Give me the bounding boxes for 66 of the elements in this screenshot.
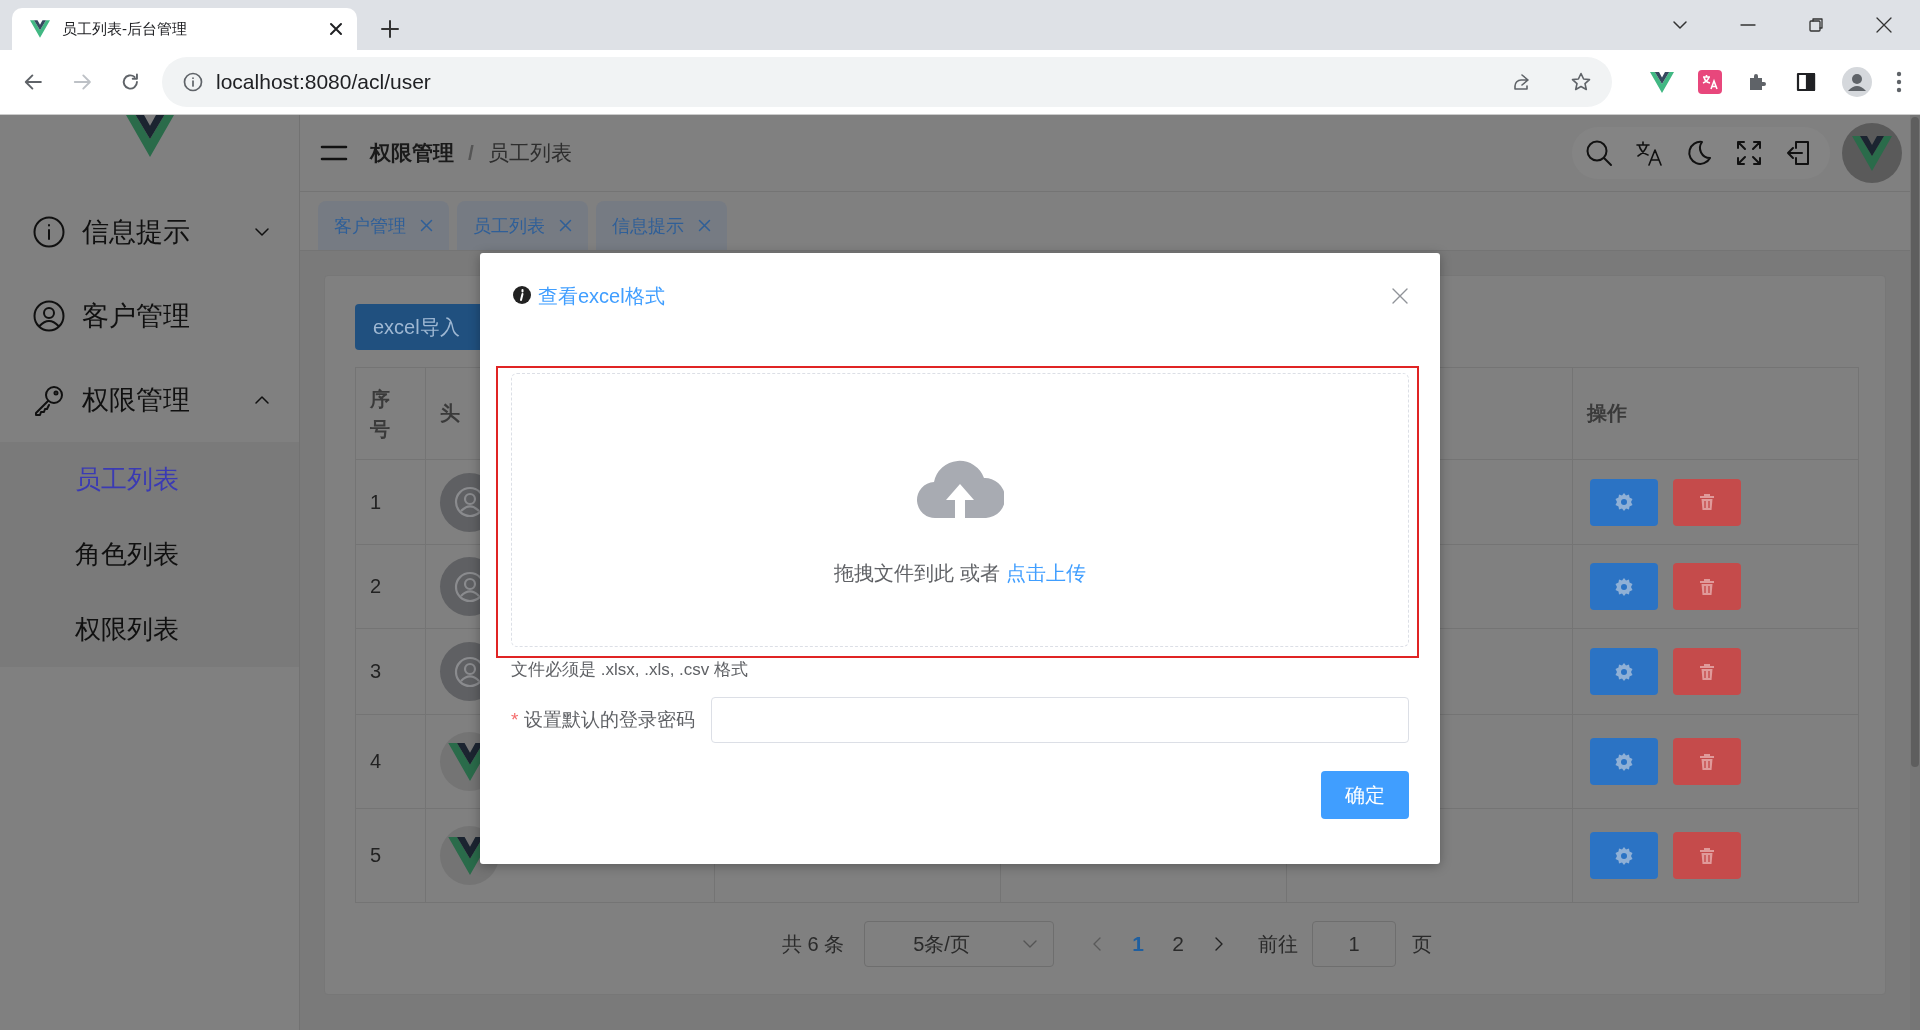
v-logo-icon: [30, 20, 50, 38]
gear-icon: [1614, 661, 1634, 682]
total-count: 共 6 条: [781, 931, 845, 957]
upload-tip: 文件必须是 .xlsx, .xls, .csv 格式: [510, 659, 750, 681]
info-icon: [512, 285, 532, 305]
upload-dropzone[interactable]: 拖拽文件到此 或者 点击上传: [511, 373, 1409, 647]
column-header: 操作: [1573, 368, 1859, 460]
confirm-button[interactable]: 确定: [1321, 771, 1409, 819]
menu-item[interactable]: 信息提示: [0, 190, 299, 274]
logo-icon: [125, 115, 174, 157]
new-tab-icon[interactable]: [379, 18, 401, 40]
gear-icon: [1614, 751, 1634, 772]
column-header: 序号: [356, 368, 426, 460]
gear-icon: [1614, 492, 1634, 512]
gear-icon: [1614, 576, 1634, 597]
scrollbar-thumb[interactable]: [1911, 117, 1919, 767]
submenu-item[interactable]: 角色列表: [0, 517, 299, 592]
star-icon[interactable]: [1570, 71, 1592, 93]
v-logo-icon[interactable]: [1650, 71, 1674, 93]
trash-icon: [1699, 493, 1715, 511]
gear-icon: [1614, 845, 1634, 866]
page-size-select[interactable]: 5条/页: [864, 921, 1055, 967]
table-cell: 1: [356, 460, 426, 545]
search-icon[interactable]: [1584, 138, 1614, 168]
close-icon[interactable]: [1874, 15, 1894, 35]
trash-icon: [1699, 577, 1715, 596]
info-icon[interactable]: [182, 71, 204, 93]
fullscreen-icon[interactable]: [1734, 138, 1764, 168]
address-bar[interactable]: localhost:8080/acl/user: [162, 57, 1612, 107]
excel-format-link[interactable]: 查看excel格式: [538, 283, 665, 310]
required-mark: *: [511, 709, 519, 731]
page-number[interactable]: 2: [1158, 932, 1199, 956]
more-icon[interactable]: [1896, 71, 1902, 93]
close-icon[interactable]: [329, 22, 343, 36]
password-label: 设置默认的登录密码: [524, 708, 696, 732]
user-icon: [32, 299, 66, 333]
breadcrumb-item: 员工列表: [487, 140, 572, 166]
profile-icon[interactable]: [1842, 67, 1872, 97]
key-icon: [32, 383, 66, 417]
trash-icon: [1699, 846, 1715, 865]
page-input[interactable]: 1: [1312, 921, 1397, 967]
trash-icon: [1699, 752, 1715, 771]
page-suffix: 页: [1412, 931, 1433, 957]
password-input[interactable]: [711, 697, 1409, 743]
submenu-item[interactable]: 权限列表: [0, 592, 299, 667]
browser-tab[interactable]: 员工列表-后台管理: [12, 8, 357, 50]
sidebar-icon[interactable]: [1794, 70, 1818, 94]
breadcrumb-item[interactable]: 权限管理: [370, 139, 454, 167]
upload-link[interactable]: 点击上传: [1005, 562, 1086, 584]
breadcrumb-separator: /: [468, 141, 474, 165]
table-cell: 5: [356, 809, 426, 903]
submenu-item[interactable]: 员工列表: [0, 442, 299, 517]
translate-icon[interactable]: [1634, 138, 1664, 168]
trash-icon: [1699, 662, 1715, 681]
table-cell: 2: [356, 545, 426, 629]
info-icon: [32, 215, 66, 249]
avatar[interactable]: [1842, 123, 1902, 183]
upload-hint: 拖拽文件到此 或者 点击上传: [834, 561, 1086, 586]
table-cell: 4: [356, 715, 426, 809]
table-cell: 3: [356, 629, 426, 715]
goto-label: 前往: [1258, 931, 1299, 957]
menu-icon[interactable]: [320, 143, 348, 163]
restore-icon[interactable]: [1806, 15, 1826, 35]
menu-item[interactable]: 权限管理: [0, 358, 299, 442]
menu-item[interactable]: 客户管理: [0, 274, 299, 358]
translate-icon[interactable]: [1698, 70, 1722, 94]
